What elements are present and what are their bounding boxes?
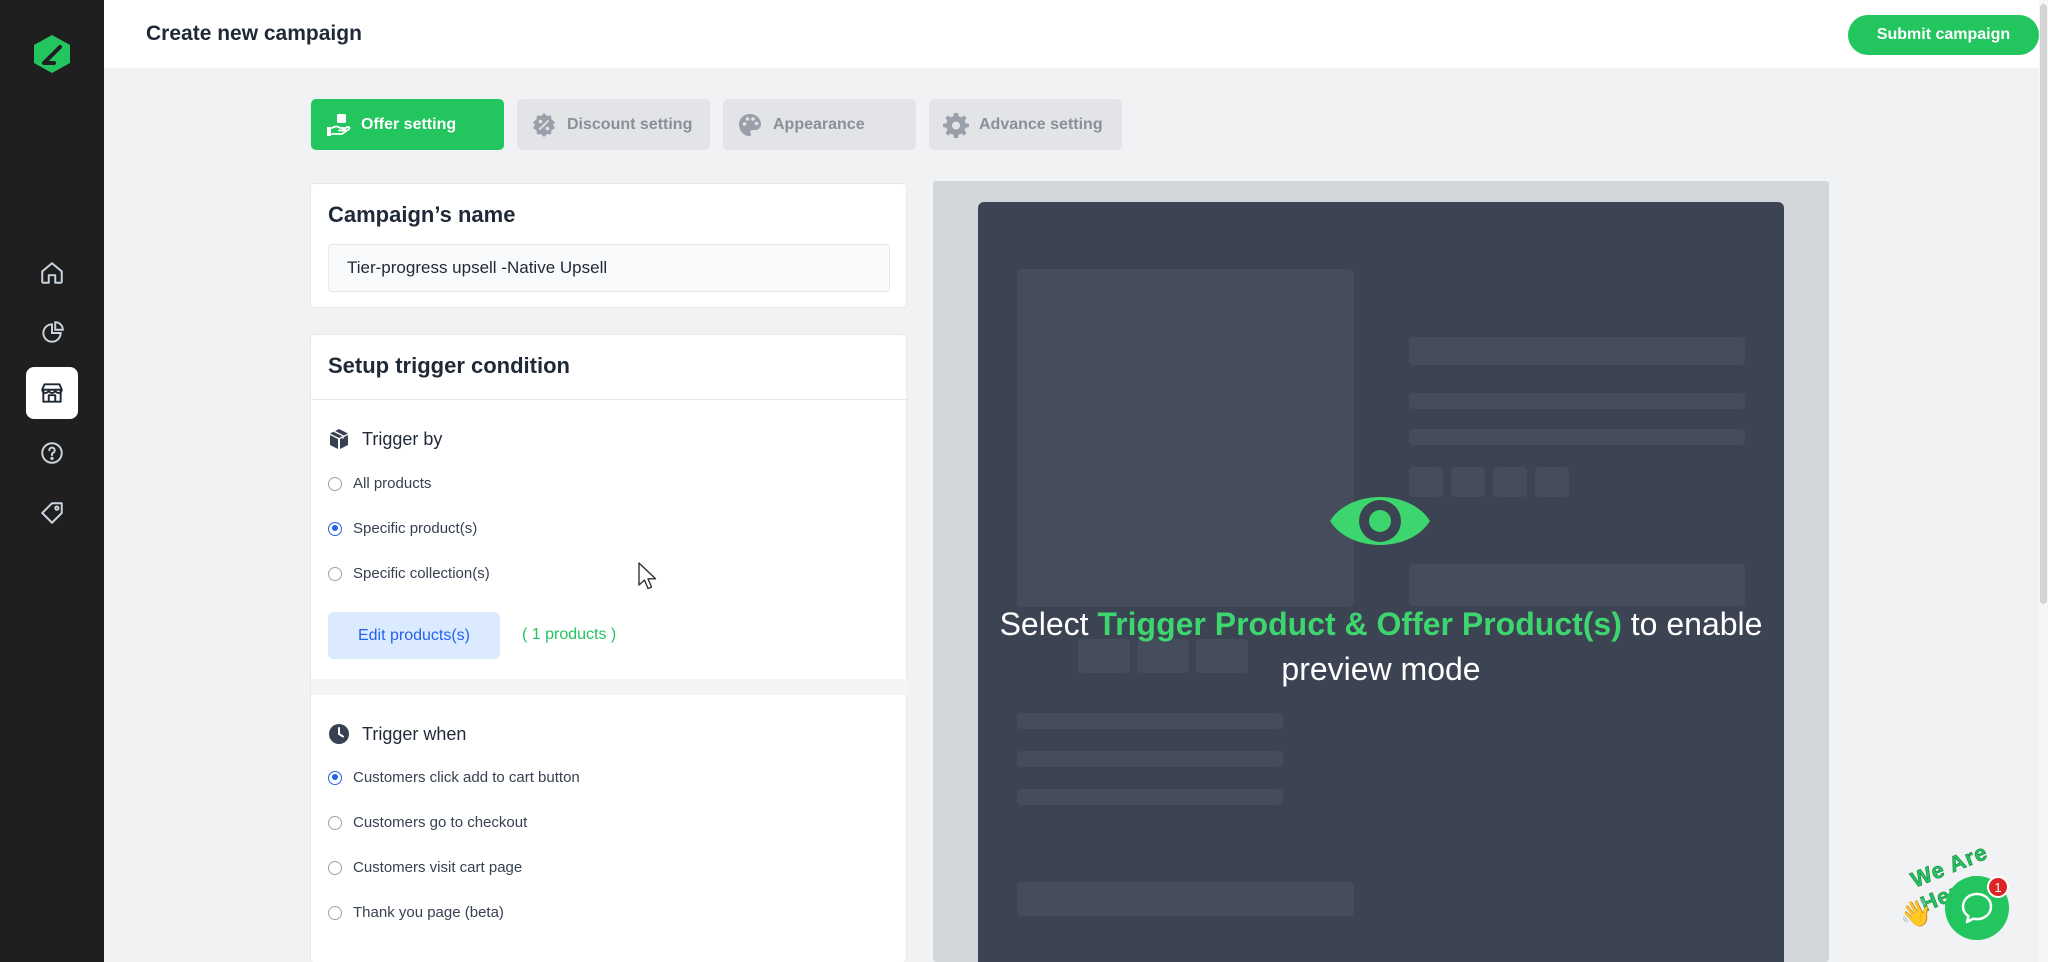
sidebar-item-analytics[interactable] [26, 307, 78, 359]
gear-icon [943, 112, 969, 138]
tab-appearance[interactable]: Appearance [723, 99, 916, 150]
skeleton-swatch [1493, 467, 1527, 497]
submit-campaign-button[interactable]: Submit campaign [1848, 15, 2039, 55]
help-icon [41, 442, 63, 464]
section-separator [311, 679, 908, 695]
preview-canvas: Select Trigger Product & Offer Product(s… [978, 202, 1784, 962]
sidebar-item-home[interactable] [26, 247, 78, 299]
trigger-condition-card: Setup trigger condition Trigger by All p… [310, 334, 908, 962]
radio-label: Thank you page (beta) [353, 904, 504, 921]
analytics-icon [42, 321, 64, 343]
radio-button[interactable] [328, 815, 342, 830]
radio-thank-you-page[interactable]: Thank you page (beta) [328, 904, 504, 921]
skeleton-line [1017, 882, 1354, 916]
radio-button[interactable] [328, 905, 342, 920]
campaign-name-card: Campaign’s name [310, 183, 907, 308]
radio-button[interactable] [328, 476, 342, 491]
edit-products-button[interactable]: Edit products(s) [328, 612, 500, 659]
skeleton-button [1409, 564, 1745, 606]
radio-specific-collections[interactable]: Specific collection(s) [328, 565, 490, 582]
preview-message: Select Trigger Product & Offer Product(s… [978, 602, 1784, 692]
preview-panel: Select Trigger Product & Offer Product(s… [933, 181, 1829, 962]
preview-msg-highlight: Trigger Product & Offer Product(s) [1097, 606, 1622, 642]
skeleton-line [1017, 751, 1283, 767]
app-logo-icon[interactable] [32, 33, 72, 75]
tab-label: Appearance [773, 115, 865, 133]
tab-offer-setting[interactable]: Offer setting [311, 99, 504, 150]
wave-hand-icon: 👋 [1900, 898, 1933, 928]
radio-label: Specific product(s) [353, 520, 478, 537]
radio-go-to-checkout[interactable]: Customers go to checkout [328, 814, 527, 831]
skeleton-line [1409, 429, 1745, 445]
sidebar-item-store[interactable] [26, 367, 78, 419]
palette-icon [739, 113, 761, 136]
radio-button[interactable] [328, 521, 342, 536]
products-count: ( 1 products ) [522, 626, 617, 643]
radio-all-products[interactable]: All products [328, 475, 431, 492]
radio-label: Customers click add to cart button [353, 769, 580, 786]
radio-specific-products[interactable]: Specific product(s) [328, 520, 477, 537]
trigger-condition-title: Setup trigger condition [328, 353, 570, 378]
divider [311, 399, 908, 400]
campaign-name-title: Campaign’s name [328, 202, 516, 227]
skeleton-swatch [1535, 467, 1569, 497]
trigger-by-label: Trigger by [362, 428, 443, 449]
tab-label: Offer setting [361, 115, 457, 133]
trigger-when-label: Trigger when [362, 723, 467, 744]
skeleton-line [1017, 789, 1283, 805]
sidebar-item-help[interactable] [26, 427, 78, 479]
radio-label: Customers visit cart page [353, 859, 523, 876]
radio-button[interactable] [328, 770, 342, 785]
radio-button[interactable] [328, 860, 342, 875]
campaign-name-input[interactable] [328, 244, 890, 292]
tab-label: Advance setting [979, 115, 1103, 133]
skeleton-line [1017, 713, 1283, 729]
home-icon [41, 262, 63, 284]
clock-icon [329, 724, 349, 744]
discount-icon [533, 112, 555, 137]
preview-msg-prefix: Select [999, 606, 1098, 642]
skeleton-line [1409, 337, 1745, 365]
radio-label: Specific collection(s) [353, 565, 490, 582]
radio-label: Customers go to checkout [353, 814, 528, 831]
sidebar [0, 0, 104, 962]
radio-visit-cart[interactable]: Customers visit cart page [328, 859, 522, 876]
scrollbar-thumb[interactable] [2040, 4, 2047, 604]
sidebar-item-tags[interactable] [26, 487, 78, 539]
store-icon [41, 383, 63, 403]
chat-bubble-icon [1961, 892, 1993, 924]
eye-icon [1330, 497, 1430, 545]
tab-label: Discount setting [567, 115, 693, 133]
offer-hand-icon [327, 113, 351, 136]
radio-label: All products [353, 475, 432, 492]
top-header: Create new campaign Submit campaign [104, 0, 2039, 68]
radio-button[interactable] [328, 566, 342, 581]
trigger-when-heading: Trigger when [328, 723, 466, 745]
tab-discount-setting[interactable]: Discount setting [517, 99, 710, 150]
page-scrollbar[interactable] [2039, 0, 2048, 962]
mouse-cursor-icon [638, 562, 657, 590]
skeleton-swatch [1451, 467, 1485, 497]
tab-advance-setting[interactable]: Advance setting [929, 99, 1122, 150]
chat-notification-badge: 1 [1987, 876, 2009, 898]
skeleton-image [1017, 269, 1354, 607]
radio-add-to-cart[interactable]: Customers click add to cart button [328, 769, 580, 786]
page-title: Create new campaign [146, 22, 362, 45]
skeleton-line [1409, 393, 1745, 409]
tag-icon [41, 502, 63, 524]
trigger-by-heading: Trigger by [328, 428, 442, 450]
box-icon [330, 429, 348, 449]
